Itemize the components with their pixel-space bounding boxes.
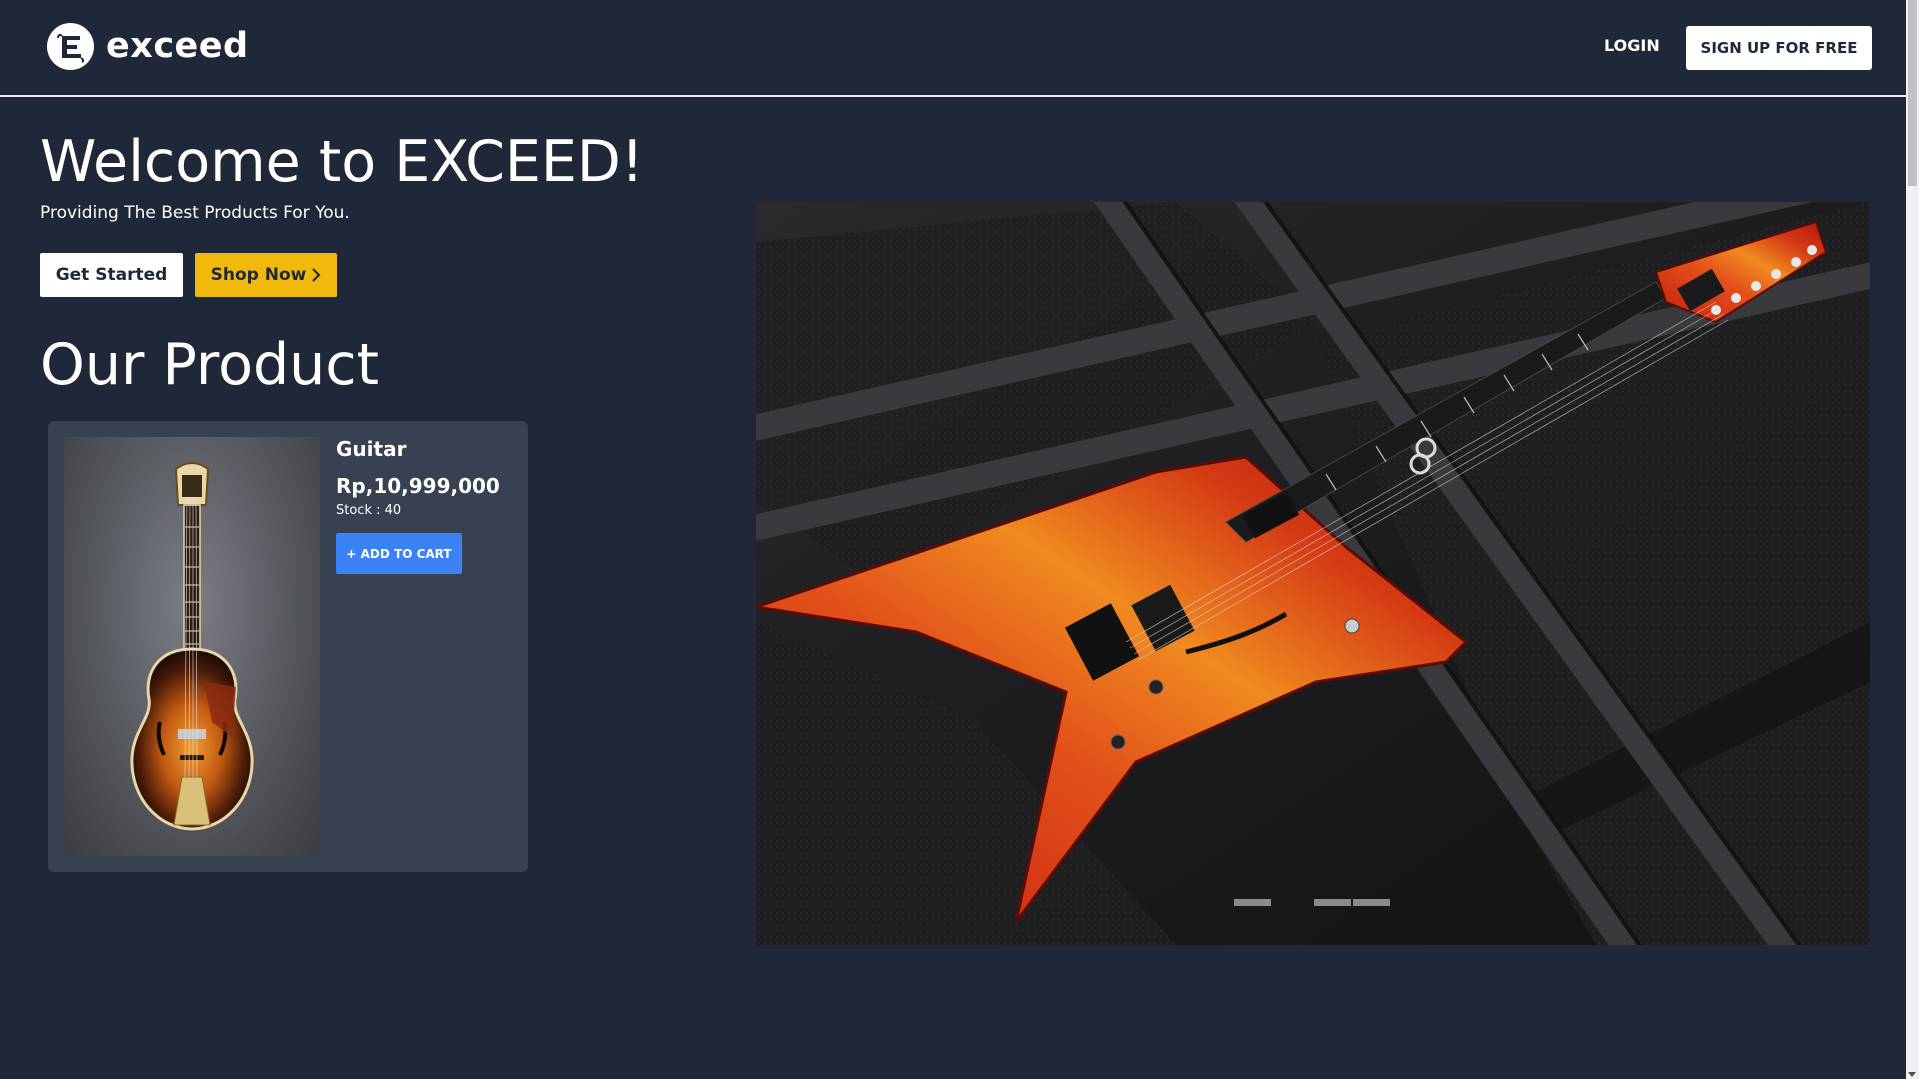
electric-guitar-on-amp-image bbox=[756, 202, 1870, 945]
login-link[interactable]: LOGIN bbox=[1604, 36, 1660, 55]
hero-carousel[interactable] bbox=[756, 202, 1870, 945]
archtop-guitar-image bbox=[64, 437, 320, 856]
shop-now-label: Shop Now bbox=[210, 265, 307, 285]
carousel-indicator-4[interactable] bbox=[1353, 899, 1390, 906]
section-title-our-product: Our Product bbox=[40, 332, 379, 398]
logo-e-icon bbox=[47, 23, 94, 70]
top-navbar: exceed LOGIN SIGN UP FOR FREE bbox=[0, 0, 1906, 97]
brand-name: exceed bbox=[106, 26, 249, 66]
product-card: Guitar Rp,10,999,000 Stock : 40 + ADD TO… bbox=[48, 421, 528, 872]
scrollbar-thumb[interactable] bbox=[1908, 0, 1917, 186]
add-to-cart-button[interactable]: + ADD TO CART bbox=[336, 533, 462, 574]
chevron-right-icon bbox=[312, 268, 321, 282]
scroll-down-arrow-icon[interactable] bbox=[1908, 1072, 1916, 1077]
product-price: Rp,10,999,000 bbox=[336, 474, 500, 498]
get-started-button[interactable]: Get Started bbox=[40, 253, 183, 297]
signup-button[interactable]: SIGN UP FOR FREE bbox=[1686, 26, 1872, 70]
carousel-indicator-3[interactable] bbox=[1314, 899, 1351, 906]
page: exceed LOGIN SIGN UP FOR FREE Welcome to… bbox=[0, 0, 1919, 1079]
hero-title: Welcome to EXCEED! bbox=[40, 129, 644, 195]
product-stock: Stock : 40 bbox=[336, 503, 402, 518]
page-scrollbar[interactable] bbox=[1906, 0, 1919, 1079]
shop-now-button[interactable]: Shop Now bbox=[195, 253, 337, 297]
hero-subtitle: Providing The Best Products For You. bbox=[40, 203, 350, 223]
carousel-indicators bbox=[756, 899, 1870, 907]
carousel-indicator-1[interactable] bbox=[1234, 899, 1271, 906]
brand-logo[interactable]: exceed bbox=[47, 23, 249, 70]
product-name: Guitar bbox=[336, 437, 407, 461]
